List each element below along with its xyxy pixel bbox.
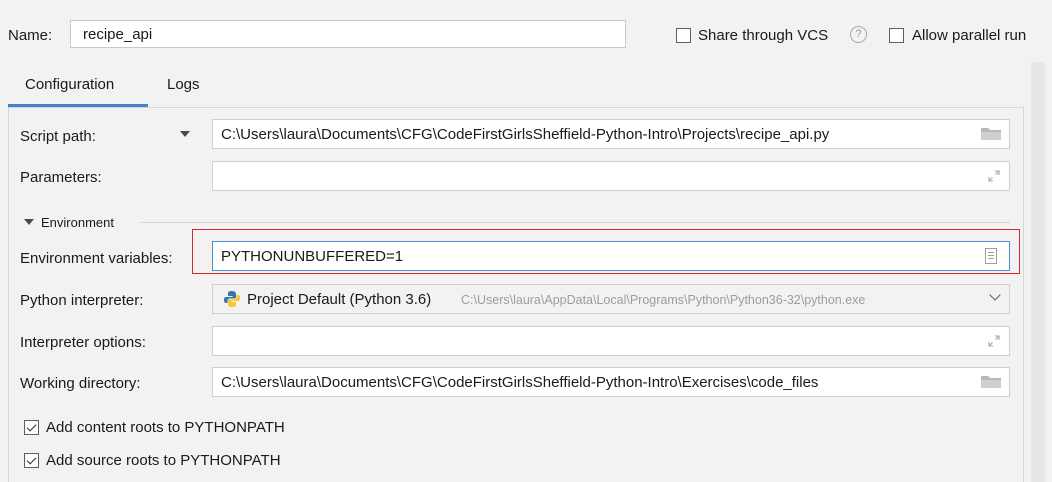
python-interpreter-path: C:\Users\laura\AppData\Local\Programs\Py… [461,293,866,307]
run-configuration-dialog: Name: recipe_api Share through VCS ? All… [0,0,1052,482]
environment-collapse-icon[interactable] [24,219,34,225]
script-path-field[interactable]: C:\Users\laura\Documents\CFG\CodeFirstGi… [212,119,1010,149]
script-path-label: Script path: [20,128,96,145]
working-directory-label: Working directory: [20,375,141,392]
expand-icon[interactable] [988,335,1000,347]
allow-parallel-checkbox[interactable] [889,28,904,43]
environment-divider [140,222,1010,223]
share-vcs-label[interactable]: Share through VCS [698,27,828,44]
script-type-dropdown-icon[interactable] [180,131,190,137]
script-path-value: C:\Users\laura\Documents\CFG\CodeFirstGi… [221,126,830,143]
folder-icon[interactable] [981,375,1001,388]
add-source-roots-label[interactable]: Add source roots to PYTHONPATH [46,452,281,469]
add-content-roots-label[interactable]: Add content roots to PYTHONPATH [46,419,285,436]
add-source-roots-checkbox[interactable] [24,453,39,468]
scrollbar[interactable] [1031,62,1045,482]
add-content-roots-checkbox[interactable] [24,420,39,435]
environment-section-title[interactable]: Environment [41,215,114,230]
working-directory-value: C:\Users\laura\Documents\CFG\CodeFirstGi… [221,374,819,391]
expand-icon[interactable] [988,170,1000,182]
interpreter-options-field[interactable] [212,326,1010,356]
tab-configuration[interactable]: Configuration [25,76,114,93]
python-icon [224,291,240,307]
help-icon[interactable]: ? [850,26,867,43]
folder-icon[interactable] [981,127,1001,140]
working-directory-field[interactable]: C:\Users\laura\Documents\CFG\CodeFirstGi… [212,367,1010,397]
allow-parallel-label[interactable]: Allow parallel run [912,27,1026,44]
share-vcs-checkbox[interactable] [676,28,691,43]
name-label: Name: [8,27,53,44]
parameters-field[interactable] [212,161,1010,191]
highlight-box [192,229,1020,274]
name-input-value: recipe_api [83,26,153,43]
name-input[interactable]: recipe_api [70,20,626,48]
python-interpreter-label: Python interpreter: [20,292,144,309]
interpreter-options-label: Interpreter options: [20,334,146,351]
tab-logs[interactable]: Logs [167,76,200,93]
environment-variables-label: Environment variables: [20,250,173,267]
parameters-label: Parameters: [20,169,102,186]
python-interpreter-value: Project Default (Python 3.6) [247,291,432,308]
